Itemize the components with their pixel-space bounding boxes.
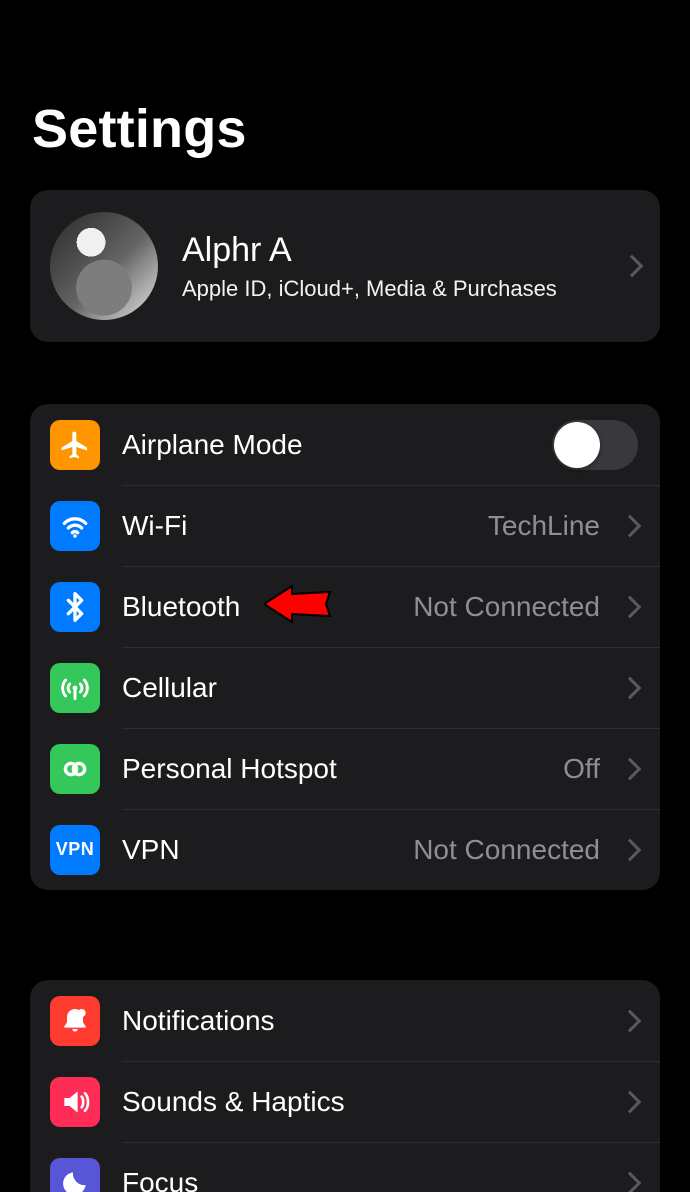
wifi-row[interactable]: Wi-Fi TechLine	[30, 485, 660, 566]
sounds-label: Sounds & Haptics	[122, 1086, 345, 1118]
airplane-mode-row[interactable]: Airplane Mode	[30, 404, 660, 485]
chevron-right-icon	[619, 758, 642, 781]
page-title: Settings	[0, 0, 690, 160]
chevron-right-icon	[619, 515, 642, 538]
chevron-right-icon	[619, 1009, 642, 1032]
hotspot-detail: Off	[563, 753, 600, 785]
vpn-label: VPN	[122, 834, 180, 866]
airplane-toggle[interactable]	[552, 420, 638, 470]
bluetooth-row[interactable]: Bluetooth Not Connected	[30, 566, 660, 647]
avatar	[50, 212, 158, 320]
profile-text: Alphr A Apple ID, iCloud+, Media & Purch…	[182, 230, 616, 303]
profile-group: Alphr A Apple ID, iCloud+, Media & Purch…	[30, 190, 660, 342]
cellular-label: Cellular	[122, 672, 217, 704]
chevron-right-icon	[619, 1172, 642, 1192]
notifications-icon	[50, 996, 100, 1046]
chevron-right-icon	[621, 255, 644, 278]
wifi-icon	[50, 501, 100, 551]
notifications-row[interactable]: Notifications	[30, 980, 660, 1061]
vpn-icon: VPN	[50, 825, 100, 875]
wifi-detail: TechLine	[488, 510, 600, 542]
connectivity-group: Airplane Mode Wi-Fi TechLine	[30, 404, 660, 890]
bluetooth-icon	[50, 582, 100, 632]
airplane-icon	[50, 420, 100, 470]
profile-name: Alphr A	[182, 230, 616, 271]
airplane-label: Airplane Mode	[122, 429, 303, 461]
chevron-right-icon	[619, 677, 642, 700]
chevron-right-icon	[619, 596, 642, 619]
hotspot-icon	[50, 744, 100, 794]
wifi-label: Wi-Fi	[122, 510, 187, 542]
cellular-icon	[50, 663, 100, 713]
focus-icon	[50, 1158, 100, 1192]
chevron-right-icon	[619, 839, 642, 862]
bluetooth-detail: Not Connected	[413, 591, 600, 623]
profile-subtitle: Apple ID, iCloud+, Media & Purchases	[182, 276, 616, 302]
notifications-label: Notifications	[122, 1005, 275, 1037]
bluetooth-label: Bluetooth	[122, 591, 240, 623]
chevron-right-icon	[619, 1091, 642, 1114]
hotspot-label: Personal Hotspot	[122, 753, 337, 785]
sounds-icon	[50, 1077, 100, 1127]
alerts-group: Notifications Sounds & Haptics	[30, 980, 660, 1192]
cellular-row[interactable]: Cellular	[30, 647, 660, 728]
focus-row[interactable]: Focus	[30, 1142, 660, 1192]
sounds-row[interactable]: Sounds & Haptics	[30, 1061, 660, 1142]
profile-row[interactable]: Alphr A Apple ID, iCloud+, Media & Purch…	[30, 190, 660, 342]
hotspot-row[interactable]: Personal Hotspot Off	[30, 728, 660, 809]
vpn-row[interactable]: VPN VPN Not Connected	[30, 809, 660, 890]
focus-label: Focus	[122, 1167, 198, 1192]
vpn-detail: Not Connected	[413, 834, 600, 866]
